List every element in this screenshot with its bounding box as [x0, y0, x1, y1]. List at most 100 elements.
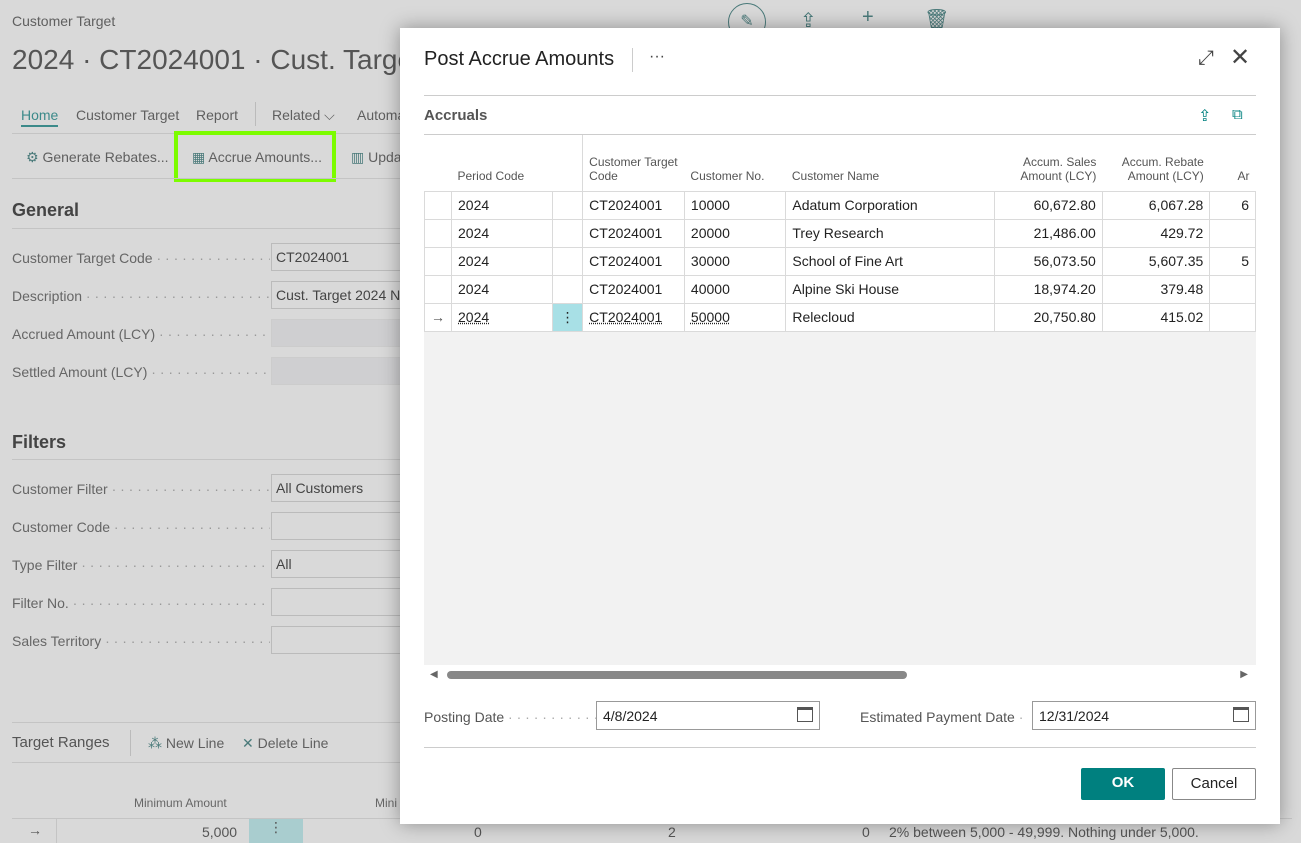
accrued-amount-field [271, 319, 411, 347]
period-code-cell[interactable]: 2024 [450, 302, 554, 332]
ok-button[interactable]: OK [1081, 768, 1165, 800]
tab-customer-target[interactable]: Customer Target [76, 107, 179, 123]
customer-target-code-cell[interactable]: CT2024001 [582, 302, 685, 332]
posting-date-value: 4/8/2024 [603, 708, 658, 724]
table-row[interactable]: 2024 CT2024001 30000 School of Fine Art … [424, 246, 1256, 276]
accum-rebate-cell: 415.02 [1101, 302, 1211, 332]
divider [12, 228, 402, 229]
table-row[interactable]: 2024 CT2024001 10000 Adatum Corporation … [424, 190, 1256, 220]
customer-name-cell: School of Fine Art [785, 246, 996, 276]
open-in-new-icon[interactable]: ⧉ [1232, 106, 1243, 123]
add-icon[interactable]: + [862, 6, 874, 29]
row-menu-icon[interactable] [552, 274, 584, 304]
column-header[interactable]: Accum. Sales Amount (LCY) [994, 135, 1103, 191]
filter-no-input[interactable] [271, 588, 411, 616]
column-header[interactable]: Customer No. [684, 135, 786, 191]
table-row[interactable]: → 2024 ⋮ CT2024001 50000 Relecloud 20,75… [424, 302, 1256, 332]
tab-automate[interactable]: Automa [357, 107, 405, 123]
row-menu-icon[interactable] [552, 246, 584, 276]
generate-rebates-label: Generate Rebates... [42, 149, 169, 165]
accrue-icon: ▦ [192, 149, 206, 165]
calendar-icon[interactable] [797, 707, 813, 722]
row-arrow-icon: → [28, 822, 42, 838]
column-header [552, 135, 583, 191]
update-icon: ▥ [351, 149, 365, 165]
posting-date-input[interactable]: 4/8/2024 [596, 701, 820, 730]
row-menu-icon[interactable]: ⋮ [552, 302, 584, 332]
truncated-cell [1209, 274, 1256, 304]
scrollbar-thumb[interactable] [447, 671, 907, 679]
column-header[interactable]: Accum. Rebate Amount (LCY) [1102, 135, 1210, 191]
column-header[interactable]: Customer Target Code [582, 135, 685, 191]
breadcrumb: Customer Target [12, 13, 116, 29]
field-label: Customer Target Code [12, 250, 270, 266]
close-icon[interactable]: ✕ [1230, 43, 1250, 72]
generate-rebates-button[interactable]: ⚙ Generate Rebates... [26, 149, 169, 166]
customer-filter-select[interactable]: All Customers [271, 474, 411, 502]
customer-no-cell[interactable]: 20000 [683, 218, 787, 248]
customer-target-code-cell[interactable]: CT2024001 [582, 246, 685, 276]
cancel-button[interactable]: Cancel [1172, 768, 1256, 800]
tab-report[interactable]: Report [196, 107, 238, 123]
customer-no-cell[interactable]: 10000 [683, 190, 787, 220]
row-indicator [424, 274, 452, 304]
customer-no-cell[interactable]: 40000 [683, 274, 787, 304]
accrue-amounts-button[interactable]: ▦ Accrue Amounts... [192, 149, 322, 166]
customer-target-code-input[interactable]: CT2024001 [271, 243, 411, 271]
scroll-left-icon[interactable]: ◀ [430, 669, 438, 680]
divider [12, 722, 402, 723]
customer-name-cell: Trey Research [785, 218, 996, 248]
customer-target-code-cell[interactable]: CT2024001 [582, 274, 685, 304]
column-header[interactable]: Ar [1209, 135, 1256, 191]
customer-target-code-cell[interactable]: CT2024001 [582, 190, 685, 220]
field-label: Type Filter [12, 557, 270, 573]
tab-related[interactable]: Related ⌵ [272, 107, 335, 124]
customer-no-cell[interactable]: 50000 [683, 302, 787, 332]
field-label: Sales Territory [12, 633, 270, 649]
horizontal-scrollbar[interactable]: ◀ ▶ [424, 665, 1256, 687]
cell: 5,000 [202, 824, 238, 840]
share-icon[interactable]: ⇪ [1198, 106, 1211, 126]
cell: 2 [668, 824, 676, 840]
divider [12, 762, 402, 763]
payment-date-input[interactable]: 12/31/2024 [1032, 701, 1256, 730]
new-line-button[interactable]: ⁂ New Line [148, 735, 224, 752]
customer-no-cell[interactable]: 30000 [683, 246, 787, 276]
type-filter-select[interactable]: All [271, 550, 411, 578]
general-section-title: General [12, 200, 80, 220]
period-code-cell[interactable]: 2024 [450, 246, 554, 276]
more-options-icon[interactable]: ··· [649, 48, 665, 66]
row-menu-icon[interactable]: ⋮ [249, 819, 303, 843]
calendar-icon[interactable] [1233, 707, 1249, 722]
accum-sales-cell: 60,672.80 [994, 190, 1103, 220]
update-button[interactable]: ▥ Upda [351, 149, 402, 166]
table-row[interactable]: 2024 CT2024001 20000 Trey Research 21,48… [424, 218, 1256, 248]
sales-territory-input[interactable] [271, 626, 411, 654]
customer-name-cell: Relecloud [785, 302, 996, 332]
delete-line-button[interactable]: ✕ Delete Line [242, 735, 328, 752]
row-menu-icon[interactable] [552, 190, 584, 220]
row-indicator [424, 190, 452, 220]
field-label: Description [12, 288, 270, 304]
table-row[interactable]: 2024 CT2024001 40000 Alpine Ski House 18… [424, 274, 1256, 304]
payment-date-value: 12/31/2024 [1039, 708, 1110, 724]
divider [424, 747, 1256, 748]
scroll-right-icon[interactable]: ▶ [1240, 669, 1248, 680]
tab-related-label: Related [272, 107, 321, 123]
period-code-cell[interactable]: 2024 [450, 190, 554, 220]
column-header[interactable]: Customer Name [785, 135, 995, 191]
column-header[interactable]: Period Code [451, 135, 553, 191]
row-menu-icon[interactable] [552, 218, 584, 248]
field-label: Accrued Amount (LCY) [12, 326, 270, 342]
divider [130, 730, 131, 756]
period-code-cell[interactable]: 2024 [450, 274, 554, 304]
cell: 2% between 5,000 - 49,999. Nothing under… [889, 824, 1199, 840]
cell: 0 [862, 824, 870, 840]
expand-icon[interactable]: ⤢ [1198, 47, 1214, 70]
customer-target-code-cell[interactable]: CT2024001 [582, 218, 685, 248]
tab-home[interactable]: Home [21, 107, 59, 127]
description-input[interactable]: Cust. Target 2024 Nu [271, 281, 411, 309]
column-header [424, 135, 452, 191]
customer-code-input[interactable] [271, 512, 411, 540]
period-code-cell[interactable]: 2024 [450, 218, 554, 248]
